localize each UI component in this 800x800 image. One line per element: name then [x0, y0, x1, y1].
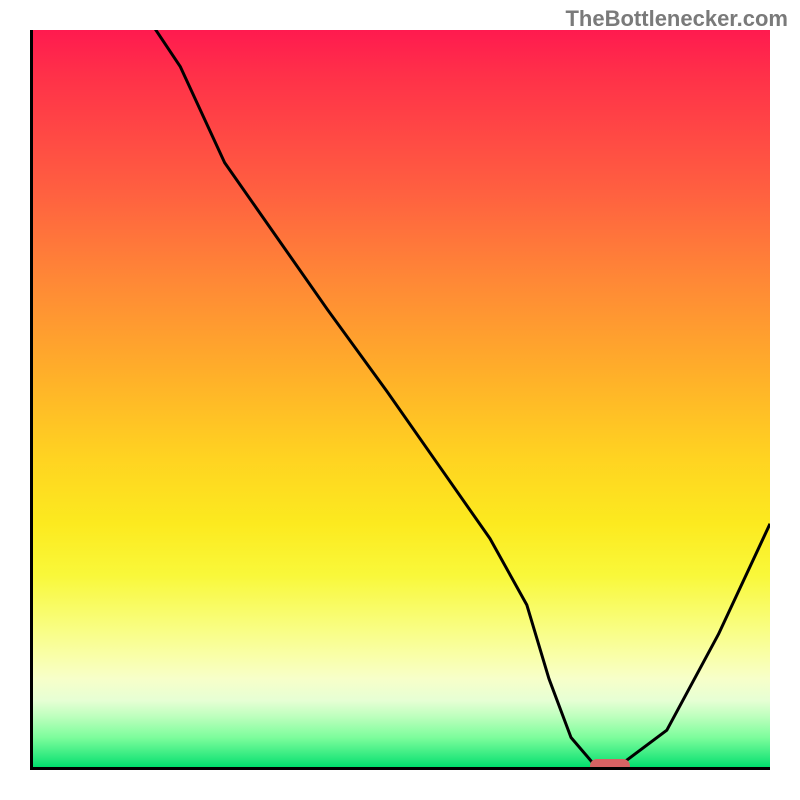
optimal-marker: [590, 759, 630, 770]
bottleneck-chart: TheBottlenecker.com: [0, 0, 800, 800]
plot-area: [30, 30, 770, 770]
bottleneck-curve: [33, 30, 770, 767]
attribution-text: TheBottlenecker.com: [565, 6, 788, 32]
